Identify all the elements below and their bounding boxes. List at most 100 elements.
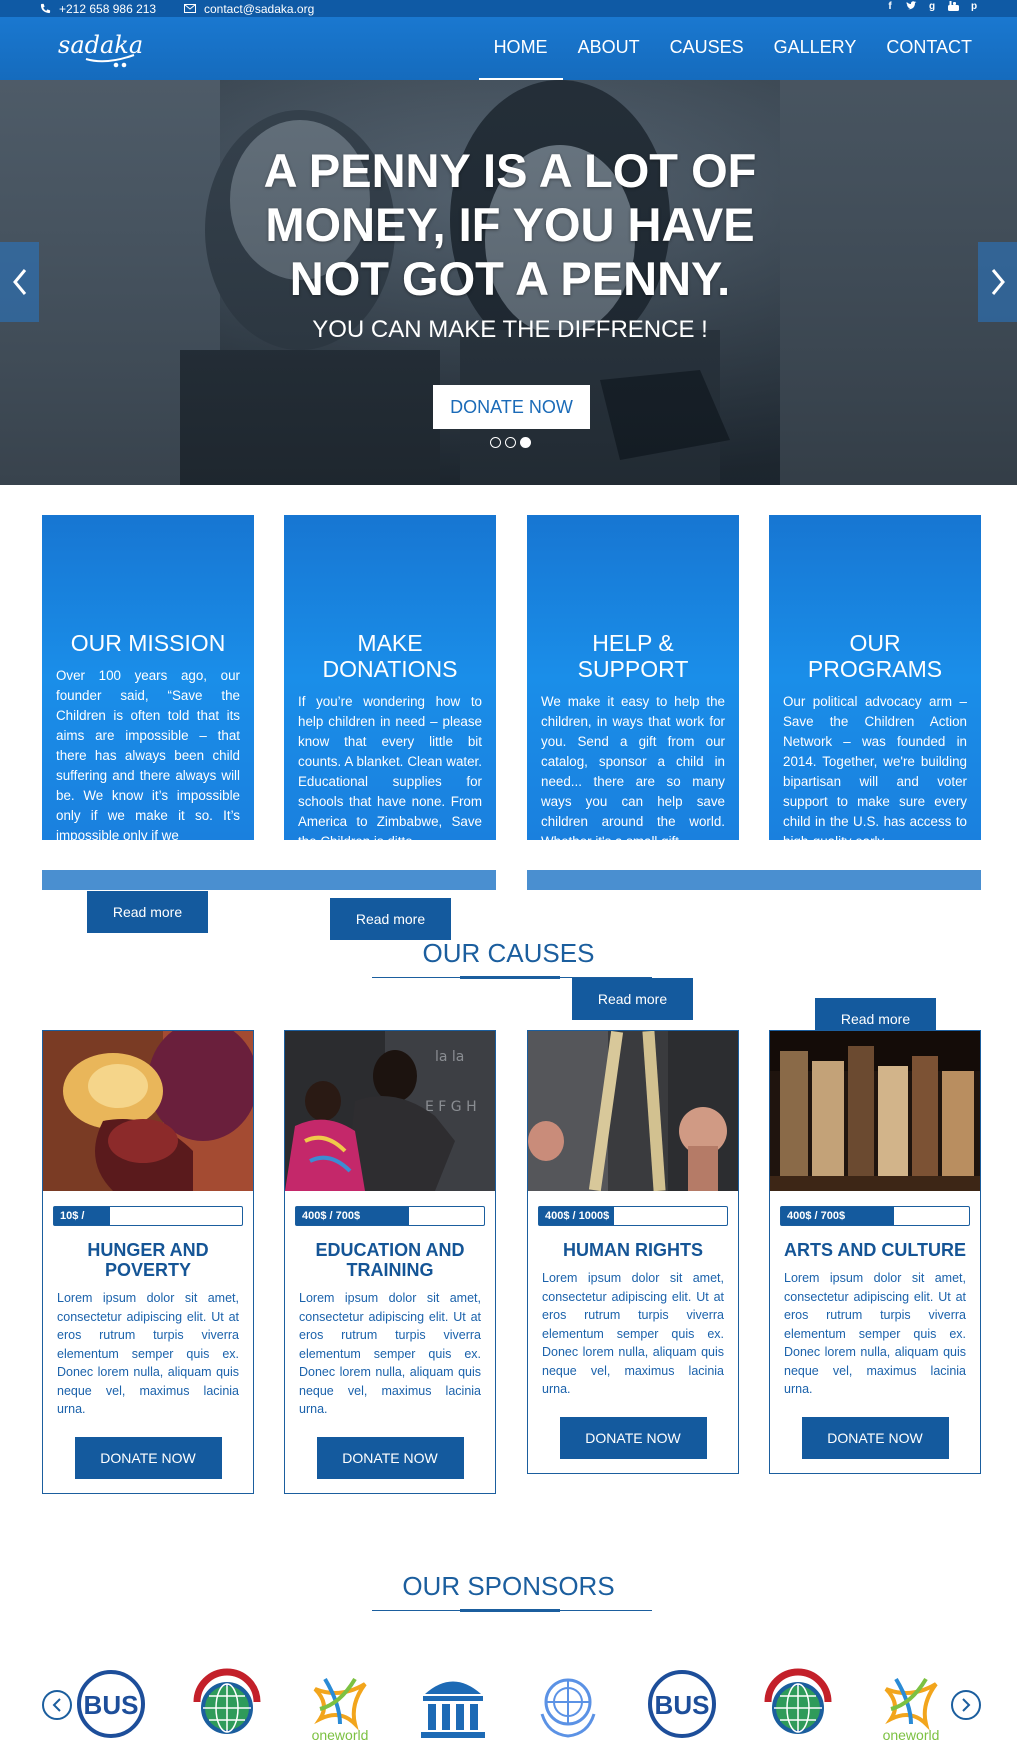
nav-contact[interactable]: CONTACT bbox=[871, 17, 987, 80]
sponsors-prev-button[interactable] bbox=[42, 1690, 72, 1720]
sponsor-institution-logo[interactable] bbox=[413, 1664, 493, 1744]
read-more-button[interactable]: Read more bbox=[330, 898, 451, 940]
cause-title: EDUCATION AND TRAINING bbox=[315, 1240, 465, 1280]
read-more-button[interactable]: Read more bbox=[572, 978, 693, 1020]
social-links: f g p bbox=[885, 0, 979, 12]
cause-image-arts bbox=[770, 1031, 980, 1191]
cause-progress-bar: 400$ / 700$ bbox=[295, 1206, 485, 1226]
cause-title: ARTS AND CULTURE bbox=[784, 1240, 966, 1260]
progress-label: 400$ / 700$ bbox=[302, 1210, 361, 1222]
nav-about[interactable]: ABOUT bbox=[563, 17, 655, 80]
cause-card-hunger: 10$ / HUNGER AND POVERTY Lorem ipsum dol… bbox=[42, 1030, 254, 1494]
phone-contact: +212 658 986 213 bbox=[40, 0, 156, 17]
sponsors-next-button[interactable] bbox=[951, 1690, 981, 1720]
phone-icon bbox=[40, 3, 51, 14]
feature-mission: OUR MISSION Over 100 years ago, our foun… bbox=[42, 515, 254, 840]
hero-headline-line: MONEY, IF YOU HAVE bbox=[265, 198, 755, 251]
hero-subtitle: YOU CAN MAKE THE DIFFRENCE ! bbox=[312, 316, 708, 343]
progress-label: 400$ / 1000$ bbox=[545, 1210, 610, 1222]
slider-dot[interactable] bbox=[505, 437, 516, 448]
hero-headline-line: NOT GOT A PENNY. bbox=[289, 252, 731, 305]
progress-label: 10$ / bbox=[60, 1210, 85, 1222]
svg-text:oneworld: oneworld bbox=[312, 1727, 369, 1743]
slider-dot[interactable] bbox=[490, 437, 501, 448]
cause-progress-bar: 400$ / 1000$ bbox=[538, 1206, 728, 1226]
google-plus-icon[interactable]: g bbox=[927, 1, 937, 12]
sponsors-section-title: OUR SPONSORS bbox=[402, 1571, 615, 1601]
feature-title: HELP & SUPPORT bbox=[577, 630, 689, 682]
feature-bar bbox=[527, 870, 981, 890]
facebook-icon[interactable]: f bbox=[885, 1, 895, 12]
nav-causes[interactable]: CAUSES bbox=[655, 17, 759, 80]
chevron-left-icon bbox=[52, 1698, 61, 1712]
cause-donate-button[interactable]: DONATE NOW bbox=[801, 1416, 949, 1459]
read-more-button[interactable]: Read more bbox=[87, 891, 208, 933]
sponsor-globe-logo[interactable] bbox=[758, 1664, 838, 1744]
svg-text:sadaka: sadaka bbox=[58, 31, 143, 59]
feature-programs: OUR PROGRAMS Our political advocacy arm … bbox=[769, 515, 981, 840]
cause-progress-bar: 400$ / 700$ bbox=[780, 1206, 970, 1226]
sadaka-logo[interactable]: sadaka bbox=[56, 31, 146, 71]
twitter-icon[interactable] bbox=[906, 0, 917, 12]
cause-description: Lorem ipsum dolor sit amet, consectetur … bbox=[542, 1271, 724, 1396]
feature-title: OUR MISSION bbox=[70, 630, 226, 656]
hero-donate-button[interactable]: DONATE NOW bbox=[433, 385, 590, 429]
email-address[interactable]: contact@sadaka.org bbox=[204, 3, 314, 15]
cause-description: Lorem ipsum dolor sit amet, consectetur … bbox=[784, 1271, 966, 1396]
svg-text:BUS: BUS bbox=[84, 1690, 139, 1720]
hero-slider: A PENNY IS A LOT OF MONEY, IF YOU HAVE N… bbox=[0, 80, 1017, 485]
svg-text:E F G H: E F G H bbox=[425, 1099, 477, 1115]
cause-image-human-rights bbox=[528, 1031, 738, 1191]
cause-image-hunger bbox=[43, 1031, 253, 1191]
cause-donate-button[interactable]: DONATE NOW bbox=[559, 1416, 707, 1459]
cause-title: HUNGER AND POVERTY bbox=[87, 1240, 209, 1280]
nav-home[interactable]: HOME bbox=[478, 17, 563, 80]
sponsor-bus-logo[interactable]: BUS bbox=[71, 1664, 151, 1744]
nav-gallery[interactable]: GALLERY bbox=[759, 17, 872, 80]
svg-text:oneworld: oneworld bbox=[883, 1727, 940, 1743]
feature-text: Our political advocacy arm – Save the Ch… bbox=[783, 694, 967, 840]
feature-text: Over 100 years ago, our founder said, “S… bbox=[56, 668, 240, 840]
cause-description: Lorem ipsum dolor sit amet, consectetur … bbox=[299, 1291, 481, 1416]
cause-donate-button[interactable]: DONATE NOW bbox=[74, 1436, 222, 1479]
sponsor-bus-logo[interactable]: BUS bbox=[642, 1664, 722, 1744]
title-underline-accent bbox=[460, 976, 560, 979]
sponsor-un-logo[interactable] bbox=[528, 1664, 608, 1744]
chevron-right-icon bbox=[991, 269, 1005, 295]
slider-dot-active[interactable] bbox=[520, 437, 531, 448]
sponsor-globe-logo[interactable] bbox=[187, 1664, 267, 1744]
chevron-right-icon bbox=[962, 1698, 971, 1712]
pinterest-icon[interactable]: p bbox=[969, 1, 979, 12]
slider-dots bbox=[490, 437, 531, 448]
top-contact-bar: +212 658 986 213 contact@sadaka.org f g … bbox=[0, 0, 1017, 17]
feature-text: If you’re wondering how to help children… bbox=[298, 694, 482, 840]
cause-progress-bar: 10$ / bbox=[53, 1206, 243, 1226]
feature-title: OUR PROGRAMS bbox=[807, 630, 943, 682]
cause-card-human-rights: 400$ / 1000$ HUMAN RIGHTS Lorem ipsum do… bbox=[527, 1030, 739, 1474]
cause-card-education: la la E F G H 400$ / 700$ EDUCATION AND … bbox=[284, 1030, 496, 1494]
cause-card-arts: 400$ / 700$ ARTS AND CULTURE Lorem ipsum… bbox=[769, 1030, 981, 1474]
feature-title: MAKE DONATIONS bbox=[322, 630, 458, 682]
primary-nav: HOME ABOUT CAUSES GALLERY CONTACT bbox=[478, 17, 987, 80]
hero-headline: A PENNY IS A LOT OF MONEY, IF YOU HAVE N… bbox=[180, 144, 840, 306]
feature-text: We make it easy to help the children, in… bbox=[541, 694, 725, 840]
youtube-icon[interactable] bbox=[948, 0, 959, 12]
envelope-icon bbox=[184, 4, 196, 13]
phone-number: +212 658 986 213 bbox=[59, 1, 157, 16]
feature-donations: MAKE DONATIONS If you’re wondering how t… bbox=[284, 515, 496, 840]
slider-next-button[interactable] bbox=[978, 242, 1017, 322]
sponsor-oneworld-logo[interactable]: oneworld bbox=[871, 1664, 951, 1744]
main-navbar: sadaka HOME ABOUT CAUSES GALLERY CONTACT bbox=[0, 17, 1017, 80]
cause-title: HUMAN RIGHTS bbox=[563, 1240, 703, 1260]
slider-prev-button[interactable] bbox=[0, 242, 39, 322]
svg-text:la la: la la bbox=[435, 1049, 464, 1065]
email-contact[interactable]: contact@sadaka.org bbox=[184, 0, 314, 17]
sponsor-oneworld-logo[interactable]: oneworld bbox=[300, 1664, 380, 1744]
cause-donate-button[interactable]: DONATE NOW bbox=[316, 1436, 464, 1479]
svg-text:BUS: BUS bbox=[655, 1690, 710, 1720]
progress-label: 400$ / 700$ bbox=[787, 1210, 846, 1222]
cause-description: Lorem ipsum dolor sit amet, consectetur … bbox=[57, 1291, 239, 1416]
hero-headline-line: A PENNY IS A LOT OF bbox=[263, 144, 757, 197]
chevron-left-icon bbox=[12, 269, 26, 295]
cause-image-education: la la E F G H bbox=[285, 1031, 495, 1191]
